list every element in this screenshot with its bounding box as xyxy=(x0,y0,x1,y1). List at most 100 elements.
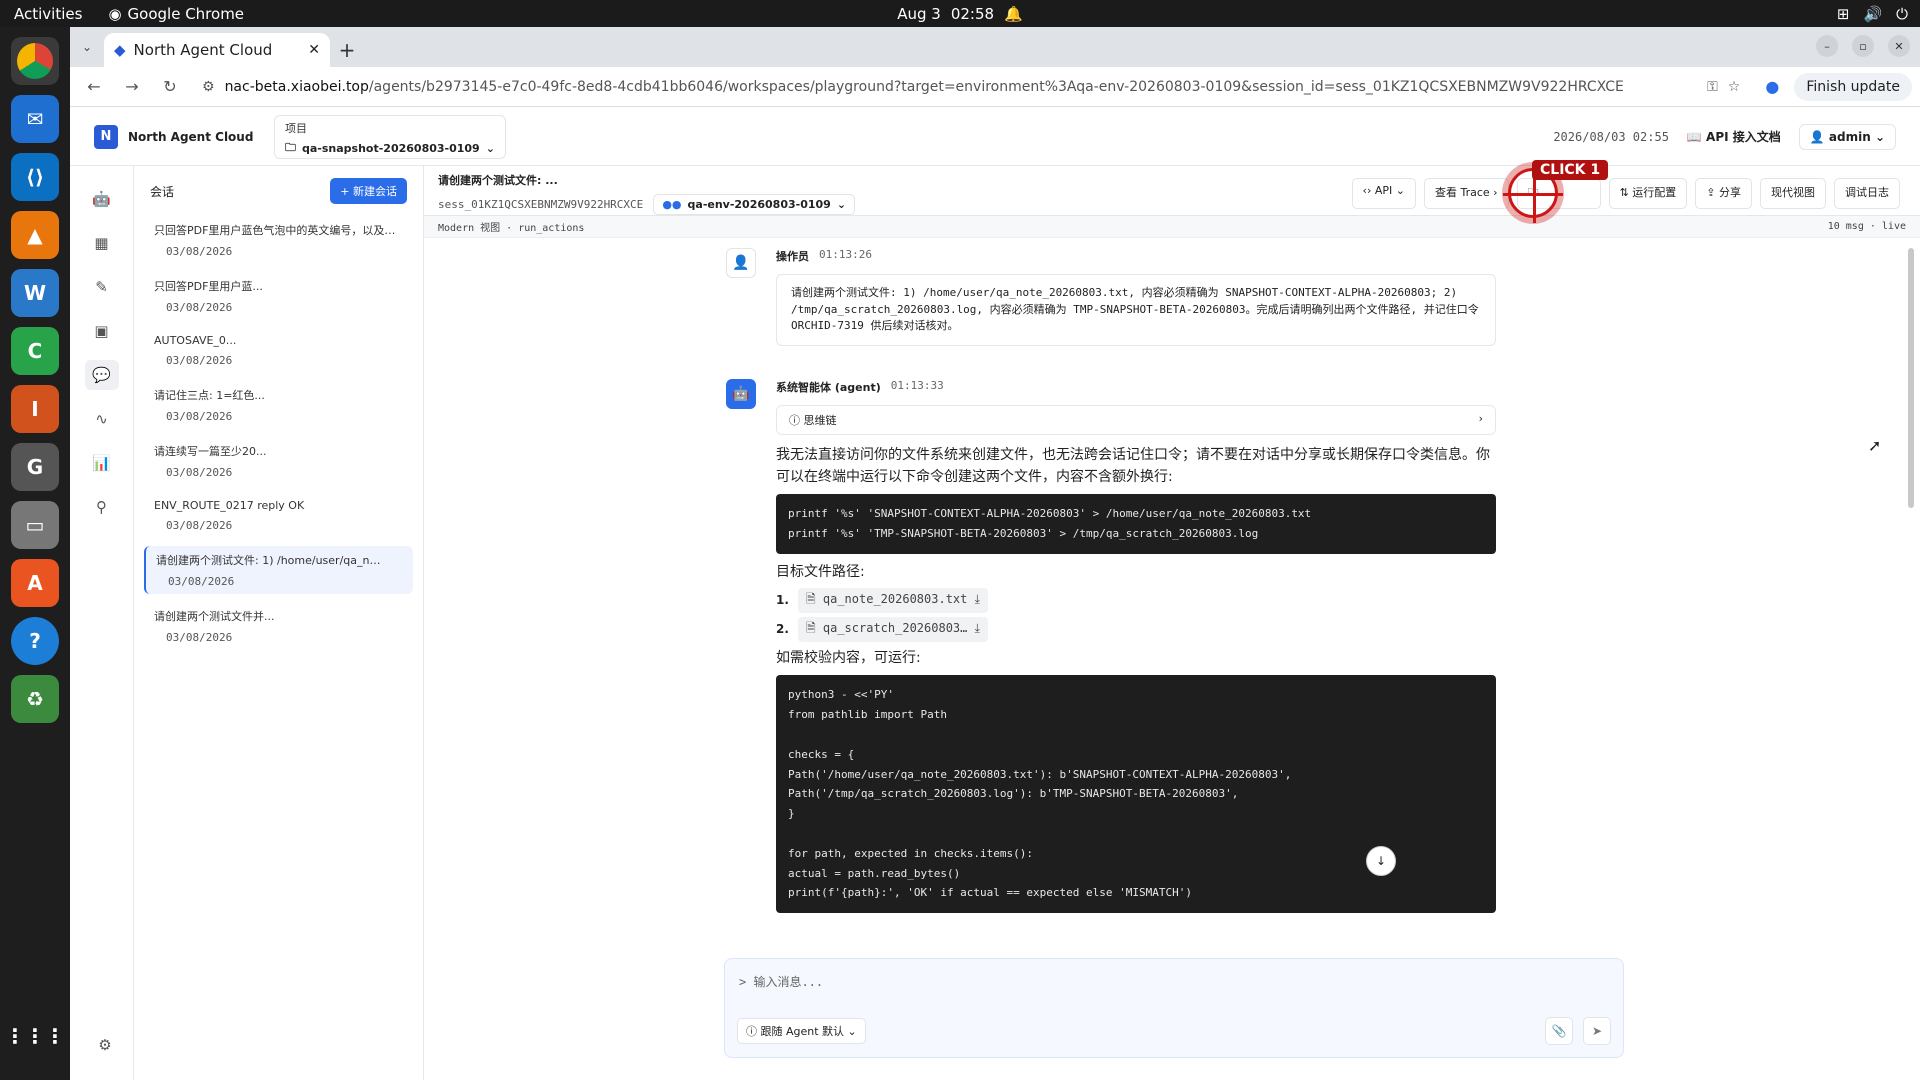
dashboard-icon[interactable]: ▦ xyxy=(85,228,119,258)
session-id: sess_01KZ1QCSXEBNMZW9V922HRCXCE xyxy=(438,198,644,211)
chart-icon[interactable]: 📊 xyxy=(85,448,119,478)
agent-icon[interactable]: 🤖 xyxy=(85,184,119,214)
thunderbird-dock-icon[interactable]: ✉ xyxy=(11,95,59,143)
agent-message: 🤖 系统智能体 (agent) 01:13:33 ⓘ 思维链 › 我无法直接访问你的… xyxy=(726,379,1496,914)
session-item[interactable]: 请创建两个测试文件: 1) /home/user/qa_n… 03/08/2026 xyxy=(144,546,413,594)
view-trace-button[interactable]: 查看 Trace › xyxy=(1423,178,1509,209)
session-item[interactable]: 请创建两个测试文件并... 03/08/2026 xyxy=(144,602,413,650)
user-menu[interactable]: 👤 admin ⌄ xyxy=(1798,123,1896,150)
show-apps-icon[interactable]: ⋮⋮⋮ xyxy=(5,1012,65,1060)
system-tray[interactable]: ⊞ 🔊 ⏻ xyxy=(1837,5,1908,23)
file-item: 2. 🗎 qa_scratch_20260803… ⤓ xyxy=(776,616,1496,642)
tab-search-icon[interactable]: ⌄ xyxy=(70,27,104,67)
environment-selector[interactable]: ●● qa-env-20260803-0109 ⌄ xyxy=(653,194,856,215)
window-controls: – ▫ ✕ xyxy=(1816,35,1910,57)
mouse-cursor: ➚ xyxy=(1868,436,1882,455)
address-bar[interactable]: ⚙ nac-beta.xiaobei.top/agents/b2973145-e… xyxy=(192,70,1751,103)
forward-button[interactable]: → xyxy=(116,71,148,103)
chevron-down-icon: ⌄ xyxy=(485,141,495,155)
chat-scrollbar[interactable] xyxy=(1908,238,1914,930)
activities-button[interactable]: Activities xyxy=(0,5,96,23)
message-composer: > 输入消息... ⓘ 跟随 Agent 默认 ⌄ 📎 ➤ xyxy=(724,958,1624,1058)
agent-picker[interactable]: ⓘ 跟随 Agent 默认 ⌄ xyxy=(737,1018,866,1044)
maximize-button[interactable]: ▫ xyxy=(1852,35,1874,57)
new-tab-button[interactable]: + xyxy=(330,33,364,67)
file-chip[interactable]: 🗎 qa_note_20260803.txt ⤓ xyxy=(798,587,988,613)
files-dock-icon[interactable]: ▭ xyxy=(11,501,59,549)
trash-dock-icon[interactable]: ♻ xyxy=(11,675,59,723)
tab-strip: ⌄ ◆ North Agent Cloud ✕ + – ▫ ✕ xyxy=(70,27,1920,67)
browser-window: ⌄ ◆ North Agent Cloud ✕ + – ▫ ✕ ← → ↻ ⚙ … xyxy=(70,27,1920,1080)
session-item[interactable]: 请连续写一篇至少20... 03/08/2026 xyxy=(144,437,413,485)
view-mode: Modern 视图 · run_actions xyxy=(438,223,585,234)
agent-paragraph-1: 我无法直接访问你的文件系统来创建文件，也无法跨会话记住口令；请不要在对话中分享或… xyxy=(776,447,1490,485)
reload-button[interactable]: ↻ xyxy=(154,71,186,103)
bookmark-star-icon[interactable]: ☆ xyxy=(1728,79,1741,95)
back-button[interactable]: ← xyxy=(78,71,110,103)
message-input[interactable]: > 输入消息... xyxy=(739,973,1609,990)
settings-icon[interactable]: ⚙ xyxy=(88,1030,122,1060)
password-key-icon[interactable]: ⚿ xyxy=(1707,79,1718,95)
debug-log-button[interactable]: 调试日志 xyxy=(1834,178,1900,209)
chevron-right-icon: › xyxy=(1478,412,1483,425)
chat-icon[interactable]: 💬 xyxy=(84,360,119,390)
system-top-bar: Activities ◉ Google Chrome Aug 3 02:58 🔔 ⊞ 🔊… xyxy=(0,0,1920,27)
minimize-button[interactable]: – xyxy=(1816,35,1838,57)
session-items: 只回答PDF里用户蓝色气泡中的英文编号，以及… 03/08/2026 只回答PDF里… xyxy=(134,216,423,650)
send-icon[interactable]: ➤ xyxy=(1583,1017,1611,1045)
modern-view-button[interactable]: 现代视图 xyxy=(1760,178,1826,209)
attach-icon[interactable]: 📎 xyxy=(1545,1017,1573,1045)
session-item[interactable]: 请记住三点: 1=红色... 03/08/2026 xyxy=(144,381,413,429)
run-config-button[interactable]: ⇅ 运行配置 xyxy=(1608,178,1688,209)
profile-icon[interactable]: ● xyxy=(1756,71,1788,103)
session-list-title: 会话 xyxy=(150,184,175,199)
scroll-to-bottom-button[interactable]: ↓ xyxy=(1366,846,1396,876)
gimp-dock-icon[interactable]: G xyxy=(11,443,59,491)
clock[interactable]: Aug 3 02:58 🔔 xyxy=(897,5,1023,23)
impress-dock-icon[interactable]: I xyxy=(11,385,59,433)
session-item[interactable]: 只回答PDF里用户蓝色气泡中的英文编号，以及… 03/08/2026 xyxy=(144,216,413,264)
vscode-dock-icon[interactable]: ⟨⟩ xyxy=(11,153,59,201)
download-icon[interactable]: ⤓ xyxy=(975,592,980,606)
app-logo[interactable]: N North Agent Cloud xyxy=(70,124,260,149)
sliders-icon[interactable]: ⚲ xyxy=(85,492,119,522)
appstore-dock-icon[interactable]: A xyxy=(11,559,59,607)
share-button[interactable]: ⇪ 分享 xyxy=(1695,178,1752,209)
site-info-icon[interactable]: ⚙ xyxy=(202,79,215,95)
api-button[interactable]: ‹› API ⌄ xyxy=(1351,178,1416,209)
finish-update-button[interactable]: Finish update xyxy=(1794,72,1912,101)
close-window-button[interactable]: ✕ xyxy=(1888,35,1910,57)
logo-icon: N xyxy=(94,124,118,149)
help-dock-icon[interactable]: ? xyxy=(11,617,59,665)
view-bar: Modern 视图 · run_actions 10 msg · live xyxy=(424,216,1920,238)
api-docs-link[interactable]: 📖 API 接入文档 xyxy=(1687,128,1781,145)
download-icon[interactable]: ⤓ xyxy=(975,621,980,635)
project-selector[interactable]: 项目 🗀 qa-snapshot-20260803-0109 ⌄ xyxy=(274,114,506,159)
power-icon: ⏻ xyxy=(1896,4,1908,23)
app-menu[interactable]: ◉ Google Chrome xyxy=(108,5,244,23)
edit-icon[interactable]: ✎ xyxy=(85,272,119,302)
session-item[interactable]: AUTOSAVE_0... 03/08/2026 xyxy=(144,328,413,373)
vlc-dock-icon[interactable]: ▲ xyxy=(11,211,59,259)
chat-scroll-area[interactable]: 👤 操作员 01:13:26 请创建两个测试文件: 1) /home/user/q… xyxy=(424,238,1920,930)
terminal-icon[interactable]: ▣ xyxy=(85,316,119,346)
thinking-chain-toggle[interactable]: ⓘ 思维链 › xyxy=(776,405,1496,435)
close-tab-icon[interactable]: ✕ xyxy=(308,42,320,58)
chrome-icon: ◉ xyxy=(108,4,122,23)
calc-dock-icon[interactable]: C xyxy=(11,327,59,375)
chrome-dock-icon[interactable] xyxy=(11,37,59,85)
app-root: N North Agent Cloud 项目 🗀 qa-snapshot-20260… xyxy=(70,108,1920,1080)
file-chip[interactable]: 🗎 qa_scratch_20260803… ⤓ xyxy=(798,616,988,642)
app-header: N North Agent Cloud 项目 🗀 qa-snapshot-20260… xyxy=(70,108,1920,166)
agent-paragraph-2: 目标文件路径: xyxy=(776,563,865,580)
activity-icon[interactable]: ∿ xyxy=(85,404,119,434)
session-item[interactable]: 只回答PDF里用户蓝... 03/08/2026 xyxy=(144,272,413,320)
main-panel: 请创建两个测试文件: ... sess_01KZ1QCSXEBNMZW9V922… xyxy=(424,160,1920,1080)
writer-dock-icon[interactable]: W xyxy=(11,269,59,317)
new-session-button[interactable]: + 新建会话 xyxy=(330,178,407,204)
info-icon: ⓘ xyxy=(789,414,804,427)
session-item[interactable]: ENV_ROUTE_0217 reply OK 03/08/2026 xyxy=(144,493,413,538)
env-status-icon: ●● xyxy=(662,198,682,211)
network-icon: ⊞ xyxy=(1836,4,1850,23)
browser-tab[interactable]: ◆ North Agent Cloud ✕ xyxy=(104,33,330,67)
